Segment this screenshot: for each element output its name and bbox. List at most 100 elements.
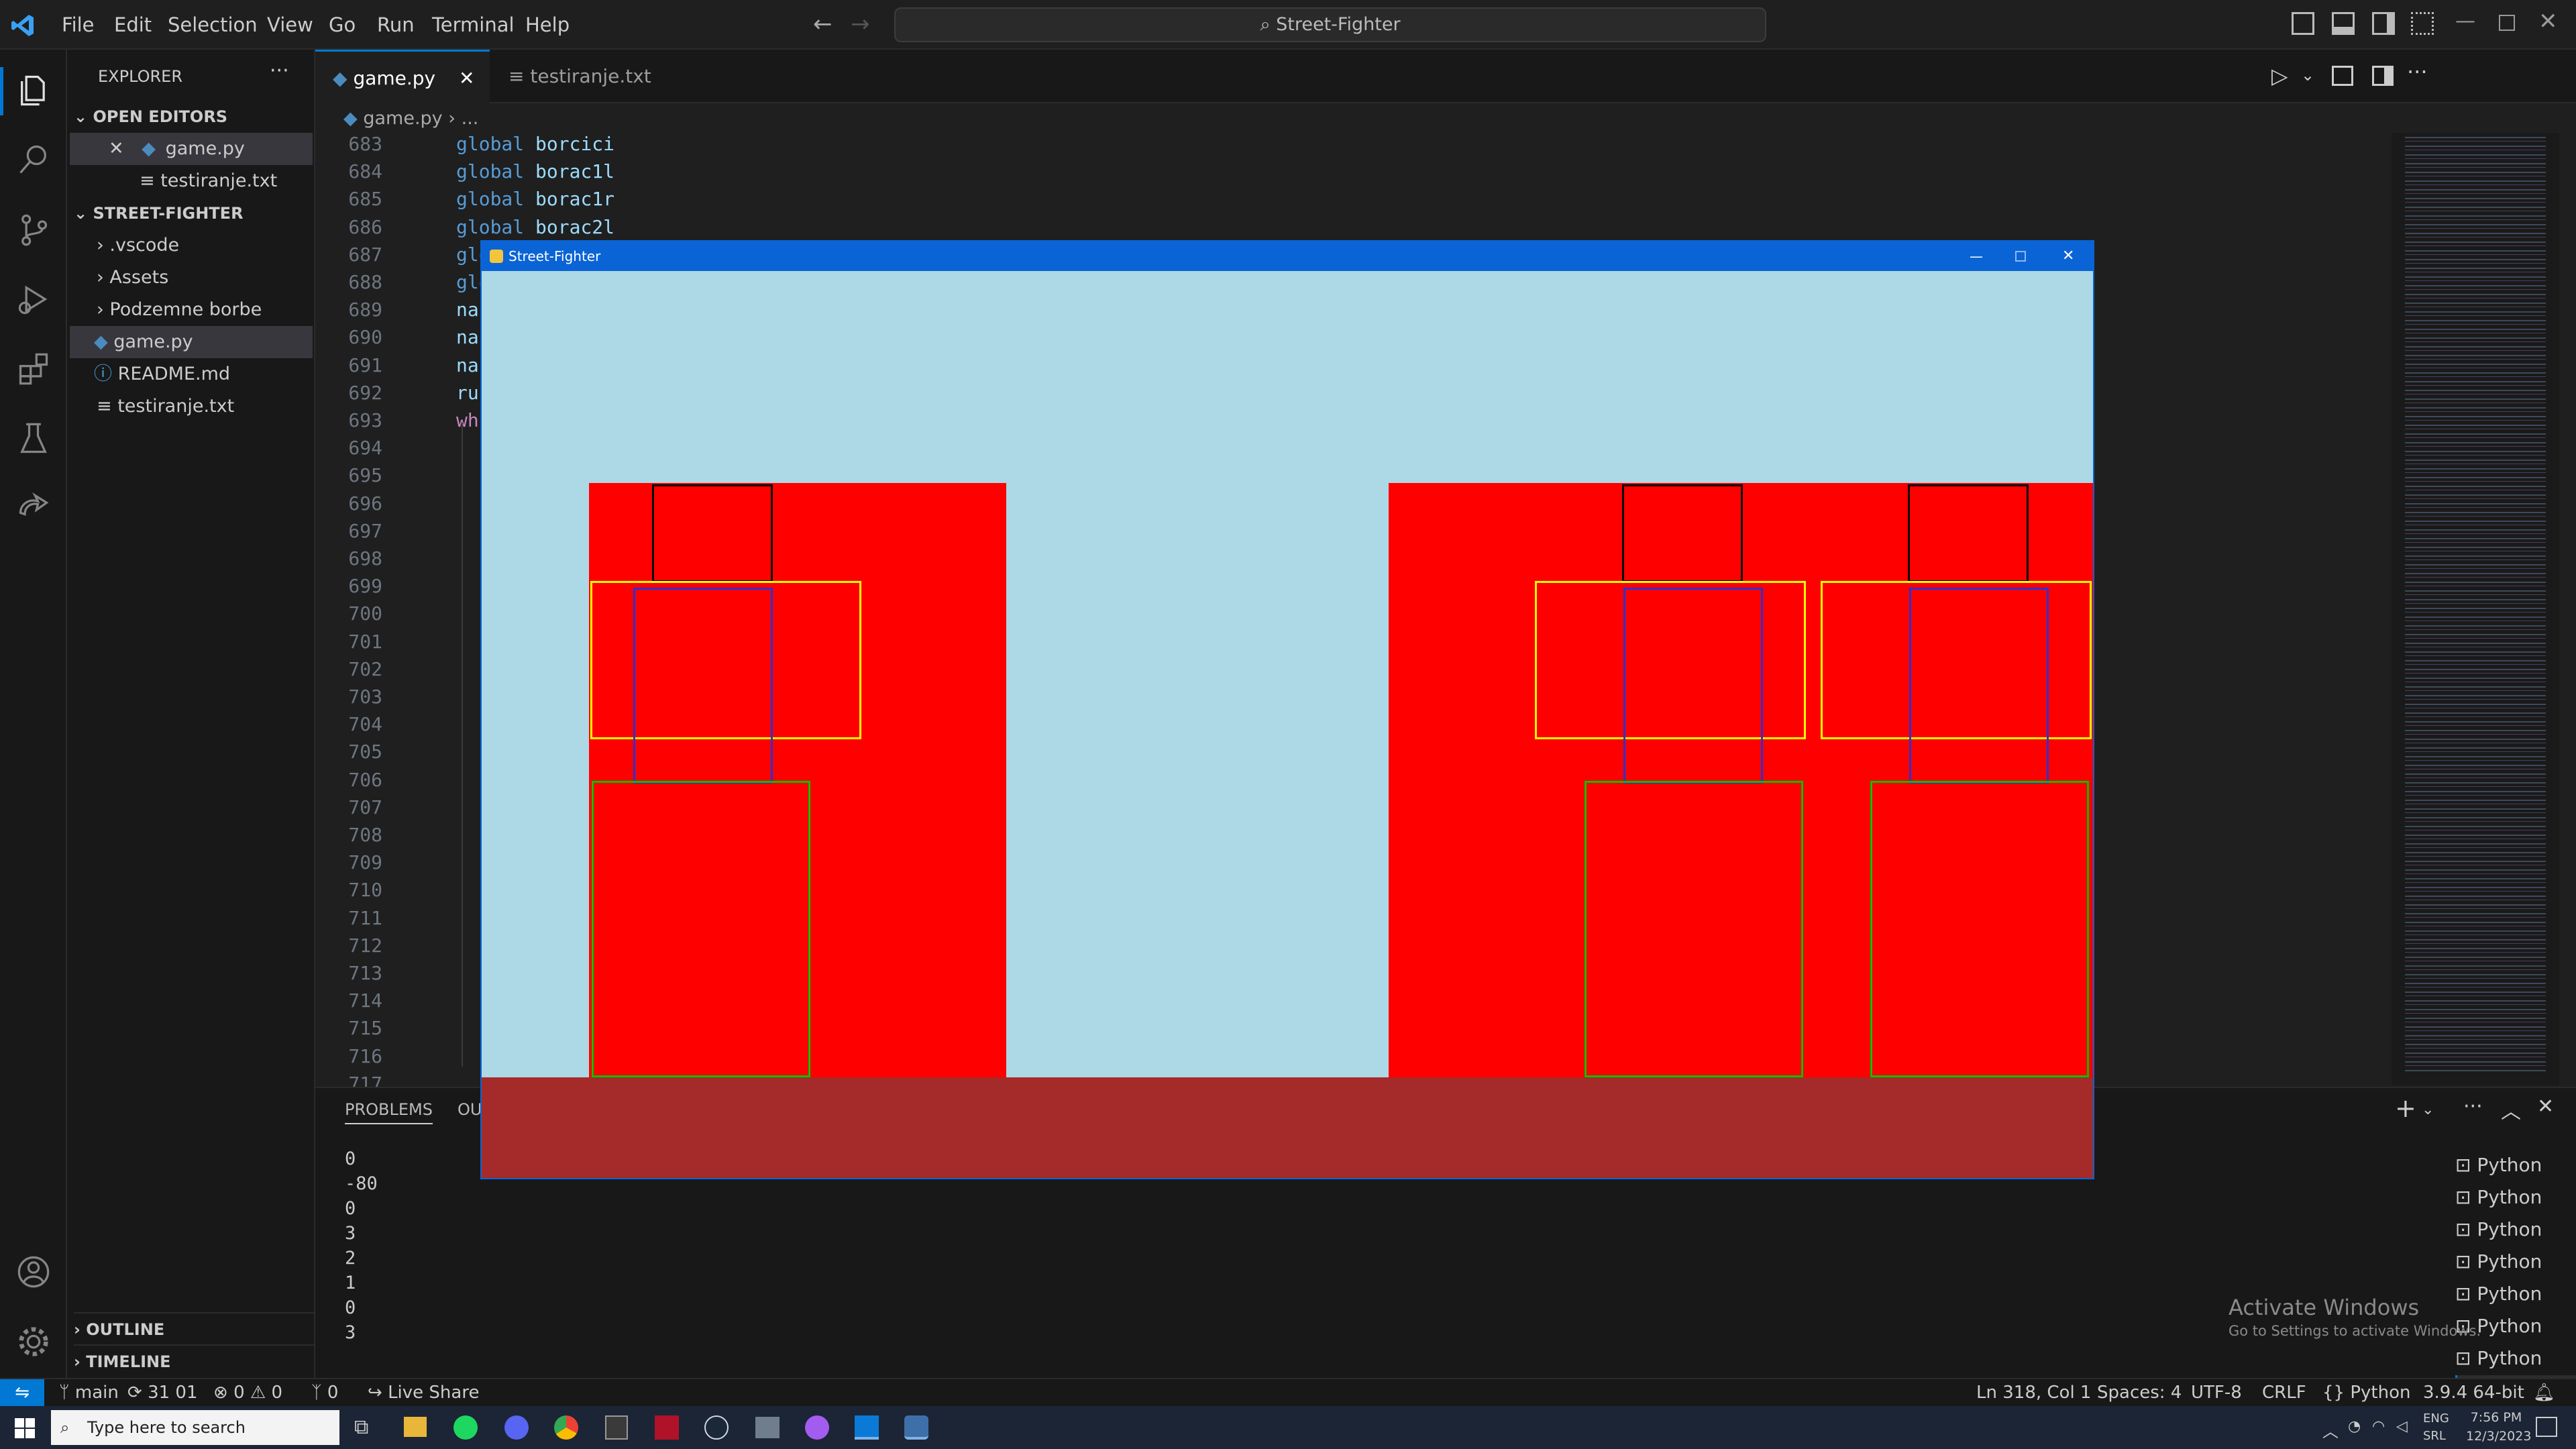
python-interpreter[interactable]: 3.9.4 64-bit bbox=[2423, 1379, 2524, 1406]
tree-file-testiranje[interactable]: ≡ testiranje.txt bbox=[70, 390, 234, 423]
ports-status[interactable]: ᛉ 0 bbox=[311, 1379, 338, 1406]
menu-terminal[interactable]: Terminal bbox=[432, 0, 515, 50]
indentation[interactable]: Spaces: 4 bbox=[2097, 1379, 2182, 1406]
maximize-panel-icon[interactable]: ︿ bbox=[2501, 1095, 2521, 1124]
menu-help[interactable]: Help bbox=[525, 0, 570, 50]
run-debug-icon[interactable] bbox=[16, 282, 51, 317]
terminal-tab-python[interactable]: ⊡ Python bbox=[2455, 1150, 2576, 1181]
tab-game-py[interactable]: ◆ game.py ✕ bbox=[315, 50, 490, 103]
chrome-icon[interactable] bbox=[554, 1415, 578, 1440]
problems-status[interactable]: ⊗ 0 ⚠ 0 bbox=[213, 1379, 282, 1406]
new-terminal-plus-icon[interactable]: + bbox=[2395, 1093, 2416, 1123]
menu-selection[interactable]: Selection bbox=[168, 0, 258, 50]
line-endings[interactable]: CRLF bbox=[2262, 1379, 2306, 1406]
minimap[interactable] bbox=[2392, 133, 2559, 1085]
tab-testiranje[interactable]: ≡ testiranje.txt bbox=[491, 50, 659, 103]
terminal-tab-python[interactable]: ⊡ Python bbox=[2455, 1246, 2576, 1277]
language-mode[interactable]: {} Python bbox=[2322, 1379, 2410, 1406]
toggle-sidebar-icon[interactable] bbox=[2292, 12, 2314, 35]
notifications-bell-icon[interactable]: 🔔︎ bbox=[2533, 1379, 2555, 1406]
customize-layout-icon[interactable] bbox=[2411, 12, 2434, 35]
tray-wifi-icon[interactable]: ◠ bbox=[2372, 1418, 2385, 1435]
explorer-files-icon[interactable] bbox=[16, 72, 51, 107]
toggle-secondary-sidebar-icon[interactable] bbox=[2372, 12, 2395, 35]
tray-chevron-icon[interactable]: ︿ bbox=[2322, 1418, 2339, 1442]
back-arrow-icon[interactable]: ← bbox=[813, 11, 833, 38]
settings-gear-icon[interactable] bbox=[16, 1324, 51, 1359]
tray-volume-icon[interactable]: ◁ bbox=[2396, 1418, 2408, 1435]
task-view-icon[interactable]: ⧉ bbox=[354, 1415, 368, 1439]
terminal-tab-python[interactable]: ⊡ Python bbox=[2455, 1279, 2576, 1309]
windows-start-icon[interactable] bbox=[15, 1418, 35, 1438]
close-window-icon[interactable]: ✕ bbox=[2538, 8, 2558, 35]
toggle-panel-icon[interactable] bbox=[2332, 12, 2355, 35]
game-minimize-icon[interactable]: — bbox=[1970, 241, 1983, 271]
menu-go[interactable]: Go bbox=[329, 0, 356, 50]
network-app-icon[interactable] bbox=[755, 1417, 780, 1438]
tree-folder-podzemne-borbe[interactable]: › Podzemne borbe bbox=[70, 294, 262, 326]
taskbar-search-box[interactable]: ⌕ Type here to search bbox=[51, 1410, 339, 1445]
project-header[interactable]: ⌄ STREET-FIGHTER bbox=[74, 197, 315, 229]
branch-status[interactable]: ᛘ main bbox=[59, 1379, 119, 1406]
extensions-icon[interactable] bbox=[16, 352, 51, 386]
cursor-position[interactable]: Ln 318, Col 1 bbox=[1976, 1379, 2091, 1406]
command-center-search[interactable]: ⌕ Street-Fighter bbox=[894, 7, 1766, 42]
clock-time[interactable]: 7:56 PM bbox=[2466, 1410, 2526, 1425]
valorant-icon[interactable] bbox=[655, 1415, 679, 1440]
forward-arrow-icon[interactable]: → bbox=[851, 11, 870, 38]
file-explorer-icon[interactable] bbox=[404, 1417, 427, 1437]
more-actions-icon[interactable]: ··· bbox=[2463, 1095, 2483, 1118]
game-maximize-icon[interactable] bbox=[2015, 251, 2026, 262]
tree-file-game-py[interactable]: ◆ game.py bbox=[70, 326, 313, 358]
input-language[interactable]: ENG bbox=[2423, 1411, 2449, 1426]
terminal-tab-python[interactable]: ⊡ Python bbox=[2455, 1343, 2576, 1374]
menu-view[interactable]: View bbox=[267, 0, 313, 50]
split-editor-icon[interactable] bbox=[2372, 66, 2394, 86]
open-preview-icon[interactable] bbox=[2332, 66, 2353, 86]
live-share-icon[interactable] bbox=[16, 491, 51, 526]
testing-flask-icon[interactable] bbox=[16, 421, 51, 456]
timeline-header[interactable]: › TIMELINE bbox=[74, 1344, 315, 1377]
pygame-window[interactable]: Street-Fighter — ✕ bbox=[482, 241, 2093, 1178]
search-icon[interactable] bbox=[16, 142, 51, 177]
vscode-taskbar-icon[interactable] bbox=[855, 1415, 879, 1440]
terminal-tab-python[interactable]: ⊡ Python bbox=[2455, 1182, 2576, 1213]
close-panel-icon[interactable]: ✕ bbox=[2537, 1095, 2554, 1118]
more-actions-icon[interactable]: ··· bbox=[2407, 59, 2428, 85]
discord-icon[interactable] bbox=[504, 1415, 529, 1440]
python-taskbar-icon[interactable] bbox=[904, 1415, 928, 1440]
run-python-icon[interactable]: ▷ bbox=[2271, 63, 2288, 89]
close-tab-icon[interactable]: ✕ bbox=[459, 52, 474, 105]
live-share-status[interactable]: ↪ Live Share bbox=[368, 1379, 479, 1406]
account-icon[interactable] bbox=[16, 1254, 51, 1289]
tab-output[interactable]: OU bbox=[458, 1100, 482, 1119]
tree-folder-assets[interactable]: › Assets bbox=[70, 262, 168, 294]
game-app-icon[interactable] bbox=[605, 1415, 628, 1440]
terminal-tab-python[interactable]: ⊡ Python bbox=[2455, 1214, 2576, 1245]
spotify-icon[interactable] bbox=[453, 1415, 478, 1440]
source-control-icon[interactable] bbox=[16, 212, 51, 247]
chevron-down-icon[interactable]: ⌄ bbox=[2301, 66, 2314, 85]
tree-folder-vscode[interactable]: › .vscode bbox=[70, 229, 179, 262]
tree-file-readme[interactable]: ⓘ README.md bbox=[70, 358, 230, 390]
open-editor-game-py[interactable]: ✕ ◆ game.py bbox=[70, 133, 313, 165]
open-editors-header[interactable]: ⌄ OPEN EDITORS bbox=[74, 101, 315, 133]
remote-icon[interactable]: ⇋ bbox=[0, 1379, 44, 1406]
more-actions-icon[interactable]: ··· bbox=[270, 59, 289, 83]
tab-problems[interactable]: PROBLEMS bbox=[345, 1100, 433, 1124]
open-editor-testiranje[interactable]: ≡ testiranje.txt bbox=[70, 165, 277, 197]
maximize-icon[interactable] bbox=[2499, 15, 2515, 31]
menu-edit[interactable]: Edit bbox=[114, 0, 152, 50]
menu-run[interactable]: Run bbox=[377, 0, 415, 50]
minimize-icon[interactable]: — bbox=[2455, 9, 2475, 33]
github-desktop-icon[interactable] bbox=[805, 1415, 829, 1440]
keyboard-layout[interactable]: SRL bbox=[2423, 1429, 2446, 1443]
outline-header[interactable]: › OUTLINE bbox=[74, 1312, 315, 1344]
clock-date[interactable]: 12/3/2023 bbox=[2466, 1429, 2531, 1444]
steam-icon[interactable] bbox=[704, 1415, 729, 1440]
chevron-down-icon[interactable]: ⌄ bbox=[2422, 1102, 2434, 1118]
game-close-icon[interactable]: ✕ bbox=[2062, 241, 2074, 271]
sync-status[interactable]: ⟳ 31 01 bbox=[127, 1379, 198, 1406]
menu-file[interactable]: File bbox=[62, 0, 95, 50]
close-icon[interactable]: ✕ bbox=[109, 138, 124, 159]
